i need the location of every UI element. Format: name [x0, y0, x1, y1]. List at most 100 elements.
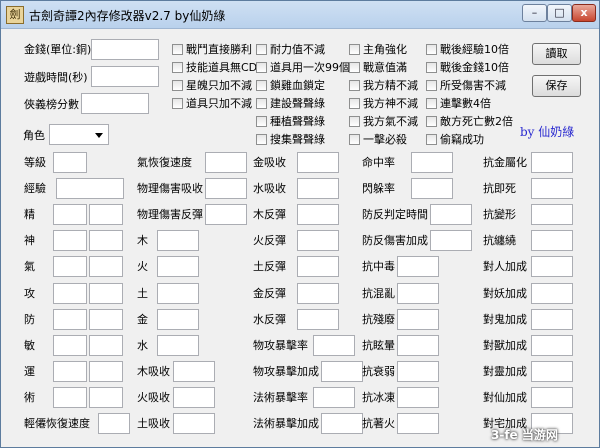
- stat-input[interactable]: [53, 256, 87, 277]
- stat-input[interactable]: [297, 309, 339, 330]
- cheat-checkbox[interactable]: 道具只加不減: [172, 97, 252, 110]
- checkbox-box[interactable]: [426, 98, 437, 109]
- stat-input[interactable]: [89, 204, 123, 225]
- stat-input[interactable]: [205, 152, 247, 173]
- checkbox-box[interactable]: [349, 98, 360, 109]
- stat-input[interactable]: [157, 309, 199, 330]
- cheat-checkbox[interactable]: 我方精不減: [349, 79, 418, 92]
- checkbox-box[interactable]: [256, 44, 267, 55]
- stat-input[interactable]: [297, 283, 339, 304]
- stat-input[interactable]: [531, 256, 573, 277]
- checkbox-box[interactable]: [256, 116, 267, 127]
- stat-input[interactable]: [89, 283, 123, 304]
- stat-input[interactable]: [321, 361, 363, 382]
- stat-input[interactable]: [53, 152, 87, 173]
- stat-input[interactable]: [531, 387, 573, 408]
- stat-input[interactable]: [98, 413, 130, 434]
- stat-input[interactable]: [430, 204, 472, 225]
- checkbox-box[interactable]: [349, 134, 360, 145]
- stat-input[interactable]: [397, 309, 439, 330]
- stat-input[interactable]: [157, 256, 199, 277]
- cheat-checkbox[interactable]: 鎖雞血鎖定: [256, 79, 325, 92]
- stat-input[interactable]: [531, 361, 573, 382]
- save-button[interactable]: 保存: [532, 75, 581, 97]
- stat-input[interactable]: [411, 152, 453, 173]
- stat-input[interactable]: [397, 361, 439, 382]
- cheat-checkbox[interactable]: 種植聲聲綠: [256, 115, 325, 128]
- stat-input[interactable]: [173, 413, 215, 434]
- cheat-checkbox[interactable]: 敵方死亡數2倍: [426, 115, 513, 128]
- stat-input[interactable]: [53, 387, 87, 408]
- checkbox-box[interactable]: [349, 62, 360, 73]
- stat-input[interactable]: [430, 230, 472, 251]
- minimize-button[interactable]: –: [522, 4, 547, 22]
- stat-input[interactable]: [56, 178, 124, 199]
- stat-input[interactable]: [53, 361, 87, 382]
- cheat-checkbox[interactable]: 我方神不減: [349, 97, 418, 110]
- chivalry-score-input[interactable]: [81, 93, 149, 114]
- stat-input[interactable]: [89, 335, 123, 356]
- stat-input[interactable]: [53, 204, 87, 225]
- checkbox-box[interactable]: [256, 134, 267, 145]
- stat-input[interactable]: [531, 283, 573, 304]
- title-bar[interactable]: 劍 古劍奇譚2內存修改器v2.7 by仙奶綠 – □ x: [1, 1, 599, 29]
- stat-input[interactable]: [531, 152, 573, 173]
- stat-input[interactable]: [411, 178, 453, 199]
- stat-input[interactable]: [531, 309, 573, 330]
- stat-input[interactable]: [205, 204, 247, 225]
- cheat-checkbox[interactable]: 戰後經驗10倍: [426, 43, 509, 56]
- game-time-input[interactable]: [91, 66, 159, 87]
- stat-input[interactable]: [397, 387, 439, 408]
- checkbox-box[interactable]: [426, 80, 437, 91]
- stat-input[interactable]: [397, 283, 439, 304]
- maximize-button[interactable]: □: [547, 4, 572, 22]
- stat-input[interactable]: [313, 335, 355, 356]
- checkbox-box[interactable]: [426, 134, 437, 145]
- checkbox-box[interactable]: [172, 98, 183, 109]
- stat-input[interactable]: [397, 413, 439, 434]
- stat-input[interactable]: [531, 204, 573, 225]
- stat-input[interactable]: [531, 335, 573, 356]
- cheat-checkbox[interactable]: 一擊必殺: [349, 133, 407, 146]
- cheat-checkbox[interactable]: 連擊數4倍: [426, 97, 491, 110]
- checkbox-box[interactable]: [172, 80, 183, 91]
- checkbox-box[interactable]: [426, 44, 437, 55]
- stat-input[interactable]: [297, 178, 339, 199]
- cheat-checkbox[interactable]: 星魄只加不減: [172, 79, 252, 92]
- checkbox-box[interactable]: [349, 116, 360, 127]
- cheat-checkbox[interactable]: 道具用一次99個: [256, 61, 350, 74]
- stat-input[interactable]: [173, 387, 215, 408]
- checkbox-box[interactable]: [256, 80, 267, 91]
- checkbox-box[interactable]: [256, 62, 267, 73]
- cheat-checkbox[interactable]: 所受傷害不減: [426, 79, 506, 92]
- stat-input[interactable]: [157, 230, 199, 251]
- cheat-checkbox[interactable]: 戰後金錢10倍: [426, 61, 509, 74]
- stat-input[interactable]: [297, 152, 339, 173]
- cheat-checkbox[interactable]: 技能道具無CD: [172, 61, 257, 74]
- stat-input[interactable]: [89, 230, 123, 251]
- checkbox-box[interactable]: [426, 62, 437, 73]
- checkbox-box[interactable]: [426, 116, 437, 127]
- cheat-checkbox[interactable]: 耐力值不減: [256, 43, 325, 56]
- close-button[interactable]: x: [572, 4, 596, 22]
- stat-input[interactable]: [173, 361, 215, 382]
- cheat-checkbox[interactable]: 我方氣不減: [349, 115, 418, 128]
- stat-input[interactable]: [53, 283, 87, 304]
- stat-input[interactable]: [89, 256, 123, 277]
- stat-input[interactable]: [53, 335, 87, 356]
- cheat-checkbox[interactable]: 偷竊成功: [426, 133, 484, 146]
- checkbox-box[interactable]: [256, 98, 267, 109]
- stat-input[interactable]: [321, 413, 363, 434]
- cheat-checkbox[interactable]: 戰鬥直接勝利: [172, 43, 252, 56]
- stat-input[interactable]: [397, 335, 439, 356]
- stat-input[interactable]: [53, 230, 87, 251]
- cheat-checkbox[interactable]: 戰意值滿: [349, 61, 407, 74]
- cheat-checkbox[interactable]: 建設聲聲綠: [256, 97, 325, 110]
- stat-input[interactable]: [297, 256, 339, 277]
- stat-input[interactable]: [531, 178, 573, 199]
- stat-input[interactable]: [89, 361, 123, 382]
- stat-input[interactable]: [157, 283, 199, 304]
- cheat-checkbox[interactable]: 搜集聲聲綠: [256, 133, 325, 146]
- role-select[interactable]: [49, 124, 109, 145]
- stat-input[interactable]: [313, 387, 355, 408]
